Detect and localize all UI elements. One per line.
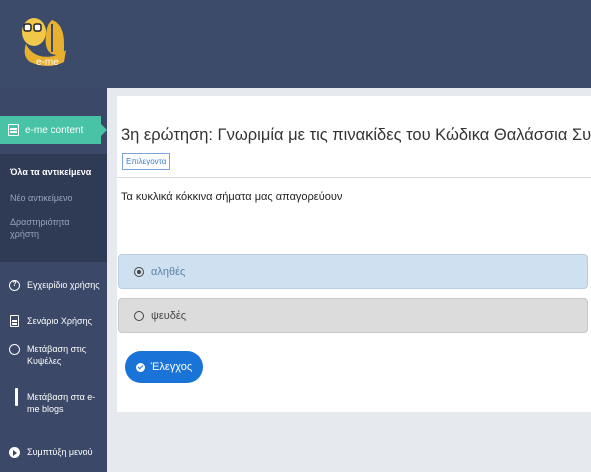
- radio-selected-icon[interactable]: [134, 266, 144, 277]
- sidebar-item-label: Συμπτύξη μενού: [27, 447, 93, 457]
- option-false[interactable]: ψευδές: [118, 298, 588, 333]
- sidebar-item-scenario[interactable]: Σενάριο Χρήσης: [9, 315, 105, 327]
- check-button[interactable]: Έλεγχος: [125, 351, 203, 383]
- top-header: e-me: [0, 0, 591, 88]
- svg-text:e-me: e-me: [36, 57, 59, 68]
- divider: [117, 177, 591, 178]
- pencil-icon: [9, 388, 20, 406]
- sidebar-subnav: Όλα τα αντικείμενα Νέο αντικείμενο Δραστ…: [0, 154, 107, 262]
- question-text: Τα κυκλικά κόκκινα σήματα μας απαγορεύου…: [121, 191, 343, 203]
- subnav-user-activity[interactable]: Δραστηριότητα χρήστη: [10, 216, 100, 240]
- sidebar-item-label: Μετάβαση στα e-me blogs: [27, 392, 96, 414]
- subnav-new-object[interactable]: Νέο αντικείμενο: [10, 192, 73, 204]
- option-label: ψευδές: [151, 309, 187, 322]
- question-type-tag: Επιλεγοντα: [122, 153, 171, 170]
- sidebar-item-label: Μετάβαση στις Κυψέλες: [27, 344, 87, 366]
- hive-icon: [9, 343, 20, 355]
- sidebar-item-collapse[interactable]: Συμπτύξη μενού: [9, 446, 105, 458]
- sidebar-item-e-me-content[interactable]: e-me content: [0, 116, 107, 144]
- sidebar: e-me content Όλα τα αντικείμενα Νέο αντι…: [0, 88, 107, 472]
- content-icon: [8, 124, 19, 136]
- sidebar-item-hives[interactable]: Μετάβαση στις Κυψέλες: [9, 343, 105, 367]
- document-icon: [9, 315, 20, 327]
- sidebar-item-label: Εγχειρίδιο χρήσης: [27, 280, 100, 290]
- option-label: αληθές: [151, 265, 186, 278]
- radio-unselected-icon[interactable]: [134, 310, 144, 321]
- sidebar-item-label: Σενάριο Χρήσης: [27, 316, 92, 326]
- option-true[interactable]: αληθές: [118, 254, 588, 289]
- page-title: 3η ερώτηση: Γνωριμία με τις πινακίδες το…: [121, 126, 591, 144]
- collapse-icon: [9, 446, 20, 458]
- help-icon: ?: [9, 279, 20, 291]
- sidebar-item-manual[interactable]: ? Εγχειρίδιο χρήσης: [9, 279, 105, 291]
- check-circle-icon: [135, 362, 145, 372]
- e-me-logo[interactable]: e-me: [12, 10, 74, 74]
- check-button-label: Έλεγχος: [150, 361, 193, 373]
- sidebar-item-blogs[interactable]: Μετάβαση στα e-me blogs: [9, 388, 105, 415]
- sidebar-item-label: e-me content: [25, 124, 84, 136]
- subnav-all-objects[interactable]: Όλα τα αντικείμενα: [10, 166, 91, 178]
